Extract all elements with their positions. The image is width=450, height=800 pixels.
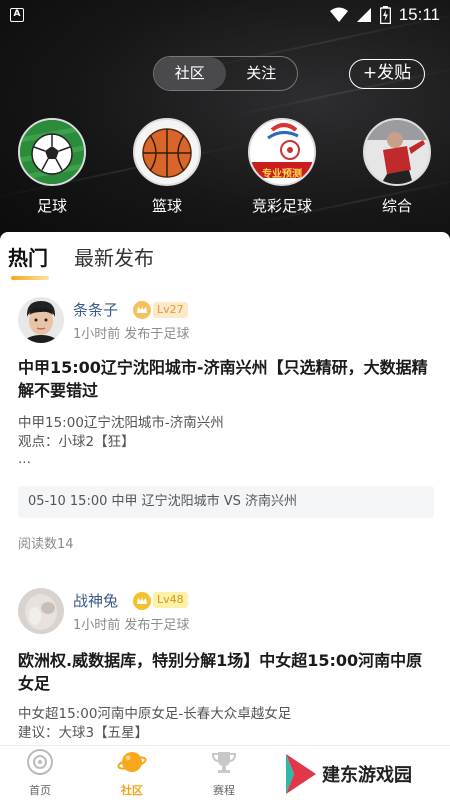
status-bar: A 15:11 xyxy=(0,0,450,32)
nav-community[interactable]: 社区 xyxy=(102,748,162,798)
post-card[interactable]: 战神兔 Lv48 1小时前 发布于足球 欧洲权.威数据库，特别分解1场】中女超1… xyxy=(18,588,434,748)
post-body-line: ... xyxy=(18,451,31,467)
post-title[interactable]: 中甲15:00辽宁沈阳城市-济南兴州【只选精研，大数据精解不要错过 xyxy=(18,356,434,402)
tab-latest[interactable]: 最新发布 xyxy=(74,242,154,271)
level-badge: Lv48 xyxy=(153,592,188,608)
lottery-soccer-icon: 专业预测 xyxy=(248,118,316,186)
divider xyxy=(0,568,450,576)
nav-label: 首页 xyxy=(29,784,51,797)
avatar[interactable] xyxy=(18,297,64,343)
category-label: 竞彩足球 xyxy=(251,197,312,215)
category-label: 综合 xyxy=(381,197,412,215)
post-meta: 1小时前 发布于足球 xyxy=(73,327,190,342)
nav-label: 赛程 xyxy=(213,784,235,797)
post-body-line: 建议：大球3【五星】 xyxy=(18,725,149,741)
lottery-badge-text: 专业预测 xyxy=(262,169,302,180)
level-badge: Lv27 xyxy=(153,302,188,318)
watermark-text: 建东游戏园 xyxy=(322,765,412,786)
read-count: 阅读数14 xyxy=(18,537,74,552)
basketball-icon xyxy=(133,118,201,186)
category-label: 篮球 xyxy=(151,197,182,215)
post-body-line: 中女超15:00河南中原女足-长春大众卓越女足 xyxy=(18,706,292,722)
post-card[interactable]: 条条子 Lv27 1小时前 发布于足球 中甲15:00辽宁沈阳城市-济南兴州【只… xyxy=(18,297,434,562)
new-post-button[interactable]: +发贴 xyxy=(349,59,425,89)
signal-icon xyxy=(356,8,371,22)
soccer-ball-icon xyxy=(18,118,86,186)
post-body: 中甲15:00辽宁沈阳城市-济南兴州 观点：小球2【狂】 ... xyxy=(18,414,434,466)
tab-follow[interactable]: 关注 xyxy=(226,57,298,90)
category-football[interactable]: 足球 xyxy=(7,118,97,216)
tab-hot[interactable]: 热门 xyxy=(8,242,49,280)
community-follow-switch: 社区 关注 xyxy=(153,56,298,91)
nav-home[interactable]: 首页 xyxy=(10,748,70,798)
trophy-icon xyxy=(211,752,237,773)
nav-label: 社区 xyxy=(121,784,143,797)
feed-tabs: 热门 最新发布 xyxy=(8,242,154,280)
post-body: 中女超15:00河南中原女足-长春大众卓越女足 建议：大球3【五星】 xyxy=(18,705,434,743)
post-body-line: 中甲15:00辽宁沈阳城市-济南兴州 xyxy=(18,415,224,431)
post-body-line: 观点：小球2【狂】 xyxy=(18,434,135,450)
username[interactable]: 战神兔 xyxy=(73,590,118,611)
category-comprehensive[interactable]: 综合 xyxy=(352,118,442,216)
vip-crown-icon xyxy=(133,592,151,610)
home-icon xyxy=(27,749,53,775)
header: A 15:11 社区 关注 +发贴 足球 篮球 专业预测 竞彩足球 综合 xyxy=(0,0,450,250)
comprehensive-icon xyxy=(363,118,431,186)
tab-hot-label: 热门 xyxy=(8,246,48,270)
avatar[interactable] xyxy=(18,588,64,634)
app-notification-icon: A xyxy=(10,8,24,22)
vip-crown-icon xyxy=(133,301,151,319)
category-lottery-football[interactable]: 专业预测 竞彩足球 xyxy=(237,118,327,216)
battery-icon xyxy=(379,6,391,24)
username[interactable]: 条条子 xyxy=(73,299,118,320)
nav-schedule[interactable]: 赛程 xyxy=(194,748,254,798)
watermark: 建东游戏园 xyxy=(284,748,450,800)
community-planet-icon xyxy=(117,752,147,772)
watermark-logo-icon xyxy=(286,754,316,794)
post-title[interactable]: 欧洲权.威数据库，特别分解1场】中女超15:00河南中原女足 xyxy=(18,649,434,695)
category-basketball[interactable]: 篮球 xyxy=(122,118,212,216)
clock: 15:11 xyxy=(398,5,440,24)
tab-community[interactable]: 社区 xyxy=(154,57,226,90)
wifi-icon xyxy=(329,7,348,22)
post-meta: 1小时前 发布于足球 xyxy=(73,618,190,633)
match-card[interactable]: 05-10 15:00 中甲 辽宁沈阳城市 VS 济南兴州 xyxy=(18,486,434,518)
active-tab-underline xyxy=(11,276,49,280)
category-label: 足球 xyxy=(36,197,67,215)
